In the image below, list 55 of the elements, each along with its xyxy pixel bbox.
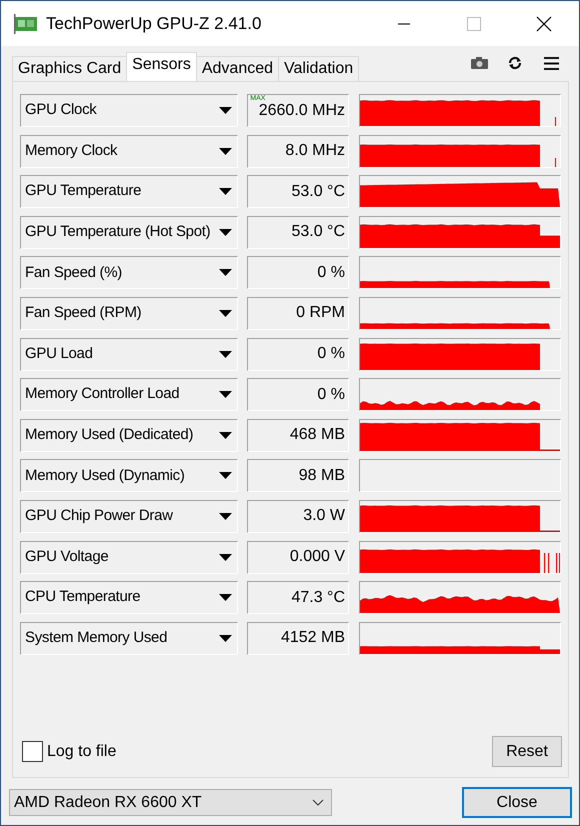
close-icon xyxy=(536,16,552,32)
caret-icon xyxy=(219,634,232,643)
checkbox-label: Log to file xyxy=(47,742,116,762)
caret-icon xyxy=(219,228,232,237)
tab[interactable]: Sensors xyxy=(126,52,197,81)
sensor-selector[interactable]: GPU Chip Power Draw xyxy=(20,500,238,533)
sensor-value: 0 % xyxy=(247,256,349,290)
caret-icon xyxy=(219,269,232,278)
caret-icon xyxy=(219,310,232,318)
sensor-value: 53.0 °C xyxy=(247,216,349,249)
sensor-value: 4152 MB xyxy=(247,622,349,655)
caret-icon xyxy=(219,472,232,480)
sensor-value: 0 % xyxy=(247,378,349,412)
reset-button[interactable]: Reset xyxy=(492,736,562,767)
sensor-value: 468 MB xyxy=(247,418,349,452)
sensor-selector[interactable]: GPU Temperature (Hot Spot) xyxy=(20,216,238,249)
caret-icon xyxy=(219,554,232,562)
sensor-selector[interactable]: GPU Clock xyxy=(20,94,238,127)
sensor-selector[interactable]: CPU Temperature xyxy=(20,581,238,614)
sensor-selector[interactable]: Memory Used (Dedicated) xyxy=(20,418,238,452)
caret-icon xyxy=(219,107,232,115)
app-icon xyxy=(14,14,38,34)
gpu-dropdown[interactable]: AMD Radeon RX 6600 XT xyxy=(9,789,332,816)
minimize-icon xyxy=(398,22,410,24)
sensor-selector[interactable]: Memory Controller Load xyxy=(20,378,238,412)
caret-icon xyxy=(219,148,232,156)
sensor-value: 8.0 MHz xyxy=(247,134,349,168)
chevron-down-icon xyxy=(312,798,324,806)
sensor-selector[interactable]: GPU Voltage xyxy=(20,540,238,574)
sensor-value: 0.000 V xyxy=(247,540,349,574)
sensor-selector[interactable]: GPU Temperature xyxy=(20,175,238,208)
caret-icon xyxy=(219,350,232,359)
window-title: TechPowerUp GPU-Z 2.41.0 xyxy=(46,12,262,35)
caret-icon xyxy=(219,512,232,521)
sensor-value: 3.0 W xyxy=(247,500,349,533)
sensor-value: 47.3 °C xyxy=(247,581,349,614)
sensor-selector[interactable]: Memory Clock xyxy=(20,134,238,168)
caret-icon xyxy=(219,188,232,196)
caret-icon xyxy=(219,594,232,602)
tab[interactable]: Validation xyxy=(278,56,360,81)
sensor-selector[interactable]: Fan Speed (RPM) xyxy=(20,296,238,330)
caret-icon xyxy=(219,391,232,400)
caret-icon xyxy=(219,432,232,440)
sensor-selector[interactable]: GPU Load xyxy=(20,338,238,371)
log-checkbox[interactable] xyxy=(22,741,43,762)
maximize-icon xyxy=(467,16,481,30)
sensor-value: 0 % xyxy=(247,338,349,371)
sensor-selector[interactable]: Memory Used (Dynamic) xyxy=(20,459,238,492)
sensor-selector[interactable]: Fan Speed (%) xyxy=(20,256,238,290)
close-button[interactable]: Close xyxy=(462,787,572,818)
sensor-value: 98 MB xyxy=(247,459,349,492)
sensor-selector[interactable]: System Memory Used xyxy=(20,622,238,655)
sensor-value: 0 RPM xyxy=(247,296,349,330)
sensor-value: 53.0 °C xyxy=(247,175,349,208)
tab[interactable]: Graphics Card xyxy=(12,56,128,81)
